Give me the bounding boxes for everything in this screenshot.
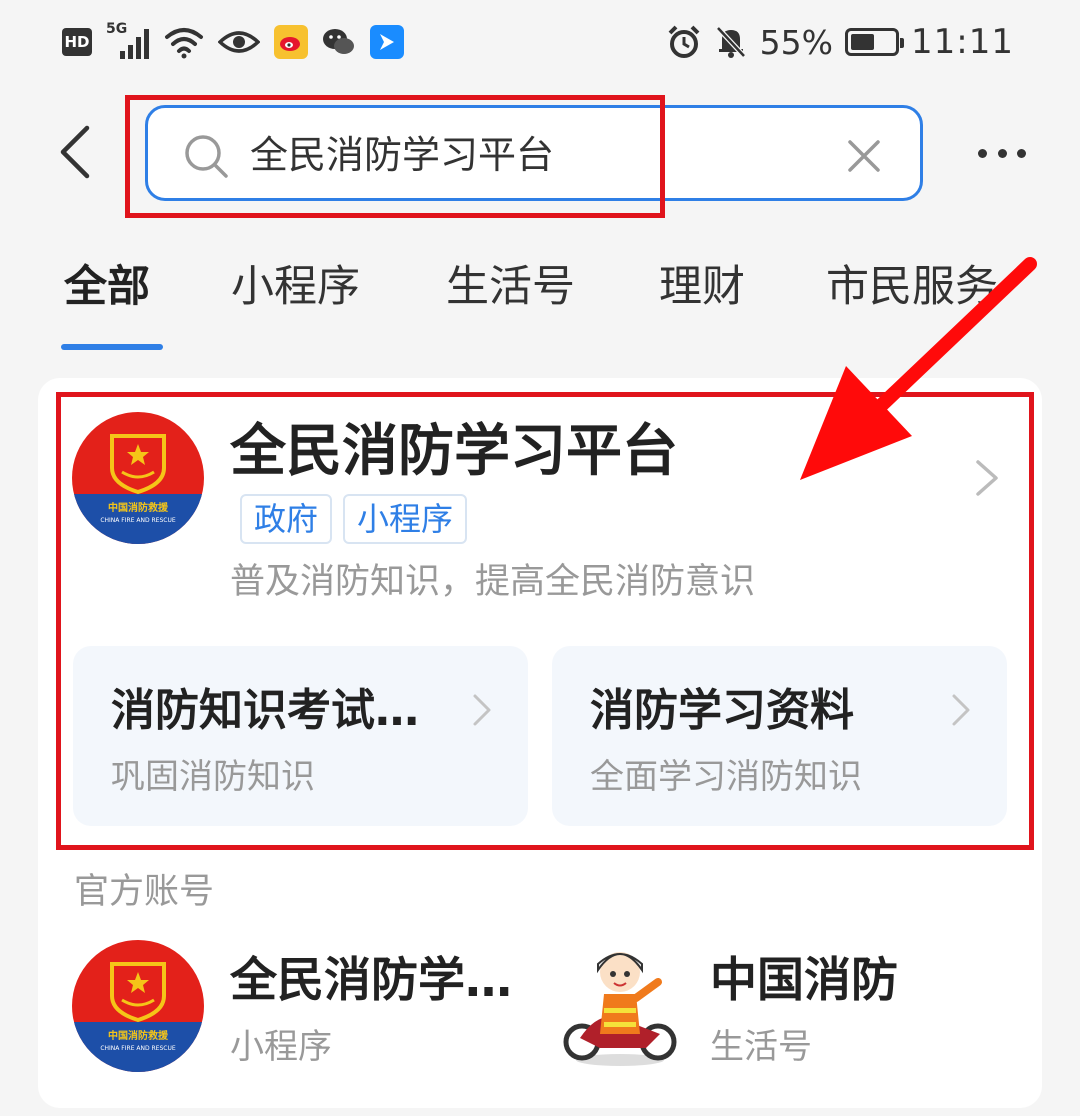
tab-mini-program[interactable]: 小程序 (231, 258, 360, 316)
official-accounts-label: 官方账号 (74, 872, 215, 912)
more-dots-icon[interactable] (978, 145, 1026, 161)
search-results-page: HD 5G 55% 11:11 全民消防学习平台 全部 小程序 生活号 理财 市… (0, 0, 1080, 1116)
logo-text-en: CHINA FIRE AND RESCUE (100, 1045, 176, 1052)
wechat-icon (322, 25, 356, 59)
battery-icon (845, 28, 905, 56)
signal-5g-icon: 5G (106, 21, 150, 59)
battery-percent: 55% (759, 22, 834, 62)
close-icon[interactable] (844, 136, 884, 176)
account-type: 生活号 (710, 1027, 812, 1067)
hd-icon: HD (62, 28, 92, 56)
active-tab-indicator (61, 344, 163, 350)
tab-finance[interactable]: 理财 (659, 258, 745, 316)
account-type: 小程序 (230, 1027, 332, 1067)
highlight-box-search (125, 95, 665, 218)
account-name[interactable]: 中国消防 (710, 950, 898, 1012)
fire-rescue-logo[interactable]: 中国消防救援 CHINA FIRE AND RESCUE (72, 940, 204, 1072)
firefighter-mascot-icon[interactable] (560, 938, 680, 1068)
network-label: 5G (106, 21, 128, 37)
clock-time: 11:11 (911, 22, 1014, 62)
status-bar: HD 5G 55% 11:11 (0, 0, 1080, 84)
red-arrow-icon (800, 257, 1037, 480)
hd-label: HD (64, 33, 90, 51)
tab-life-account[interactable]: 生活号 (446, 258, 575, 316)
status-bar-left: HD 5G (62, 20, 404, 64)
back-button[interactable] (50, 120, 100, 184)
blue-app-icon (370, 25, 404, 59)
status-bar-right: 55% 11:11 (666, 20, 1014, 64)
mute-icon (715, 26, 746, 58)
wifi-icon (165, 28, 203, 59)
account-name[interactable]: 全民消防学… (230, 950, 512, 1012)
alarm-icon (668, 25, 700, 58)
weibo-icon (274, 25, 308, 59)
eye-icon (218, 31, 260, 53)
tab-all[interactable]: 全部 (64, 258, 150, 316)
chevron-left-icon (60, 125, 90, 179)
logo-text-cn: 中国消防救援 (108, 1029, 169, 1042)
